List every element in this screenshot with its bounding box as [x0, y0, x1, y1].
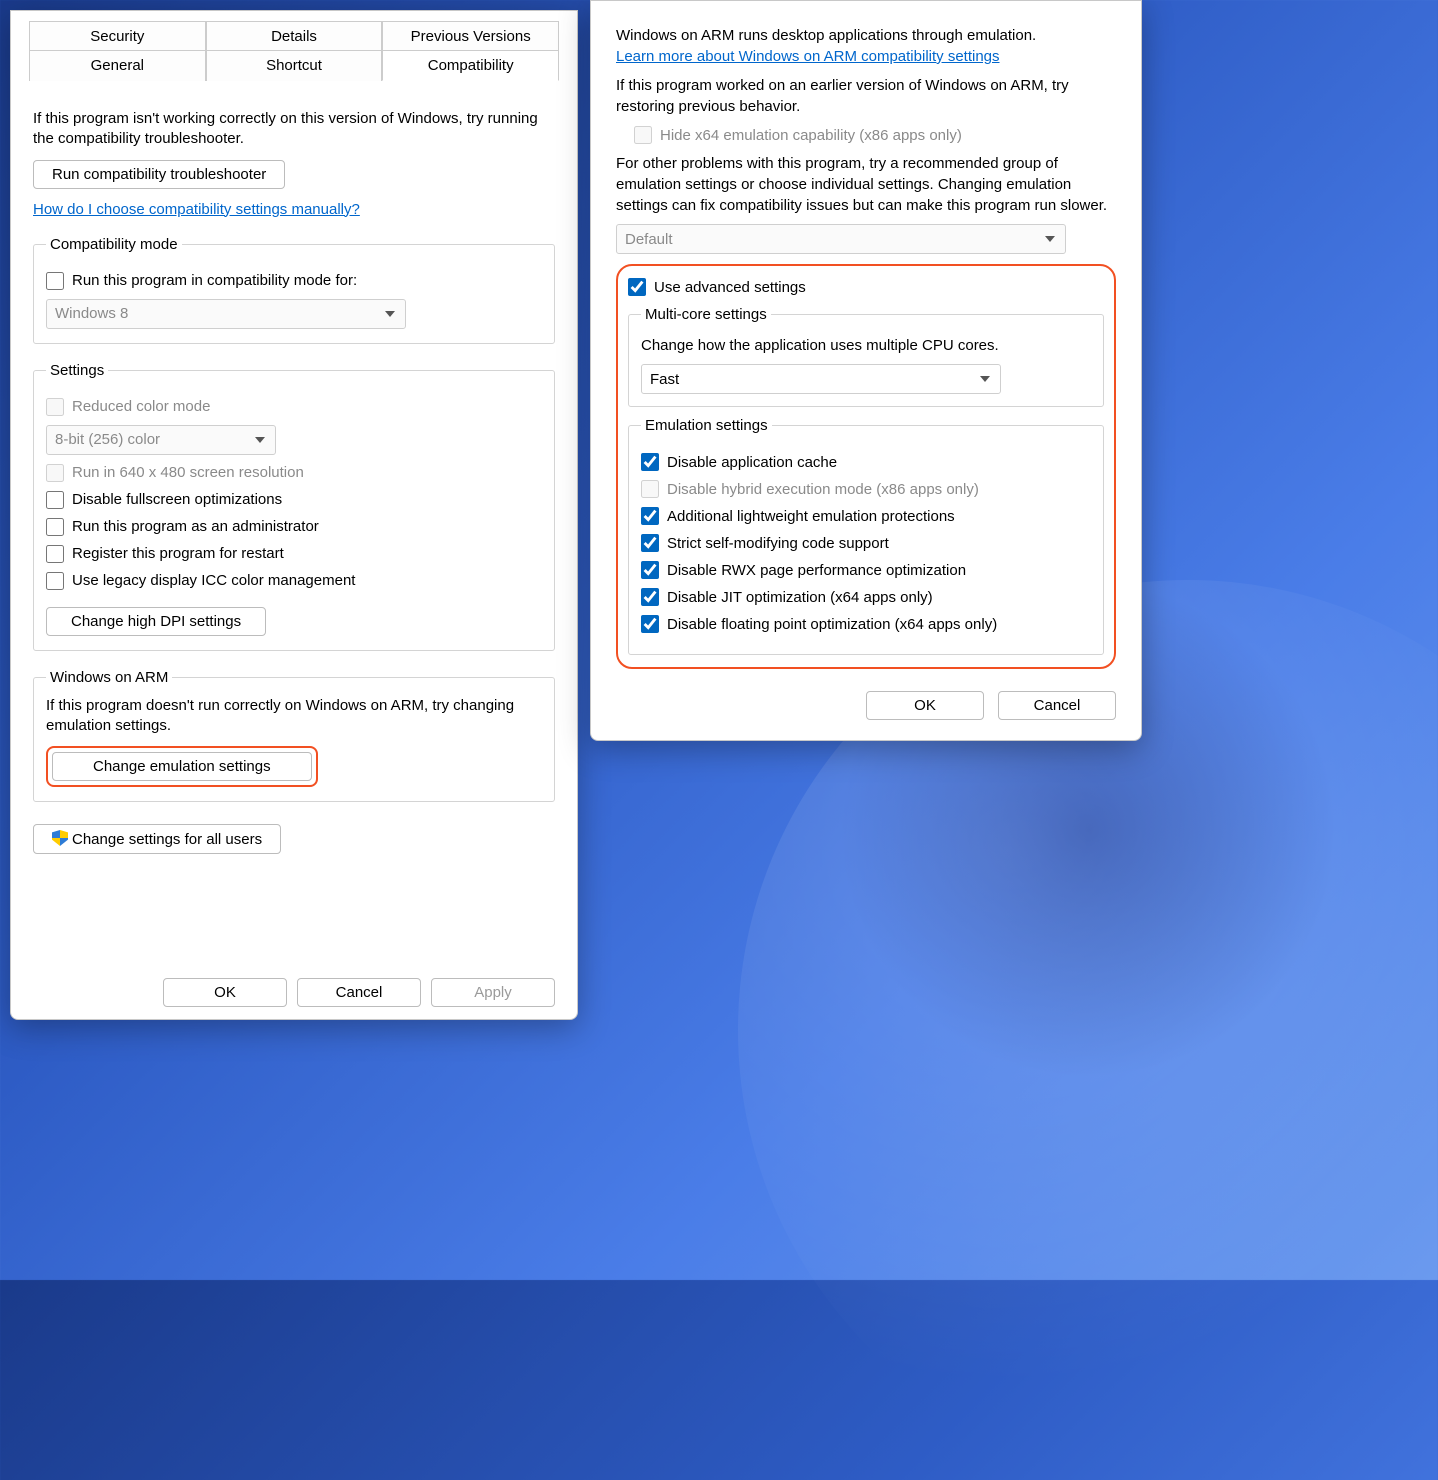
- emulation-settings-group: Emulation settings Disable application c…: [628, 417, 1104, 655]
- windows-on-arm-group: Windows on ARM If this program doesn't r…: [33, 669, 555, 803]
- strict-smc-label: Strict self-modifying code support: [667, 535, 889, 552]
- hide-x64-checkbox: [634, 126, 652, 144]
- disable-fullscreen-label: Disable fullscreen optimizations: [72, 491, 282, 508]
- arm-text: If this program doesn't run correctly on…: [46, 696, 542, 737]
- highlight-annotation: Change emulation settings: [46, 746, 318, 787]
- restore-behavior-text: If this program worked on an earlier ver…: [616, 75, 1116, 117]
- help-link[interactable]: How do I choose compatibility settings m…: [33, 201, 360, 218]
- run-as-admin-checkbox[interactable]: [46, 518, 64, 536]
- run-640-checkbox: [46, 464, 64, 482]
- run-as-admin-label: Run this program as an administrator: [72, 518, 319, 535]
- tab-previous-versions[interactable]: Previous Versions: [382, 21, 559, 51]
- change-emulation-settings-button[interactable]: Change emulation settings: [52, 752, 312, 781]
- use-advanced-label: Use advanced settings: [654, 279, 806, 296]
- tab-compatibility[interactable]: Compatibility: [382, 50, 559, 81]
- disable-rwx-checkbox[interactable]: [641, 561, 659, 579]
- emulation-ok-button[interactable]: OK: [866, 691, 984, 720]
- disable-fp-label: Disable floating point optimization (x64…: [667, 616, 997, 633]
- color-depth-combo: 8-bit (256) color: [46, 425, 276, 455]
- tab-general[interactable]: General: [29, 50, 206, 81]
- emulation-dialog-footer: OK Cancel: [616, 691, 1116, 720]
- disable-hybrid-checkbox: [641, 480, 659, 498]
- color-depth-value: 8-bit (256) color: [55, 431, 160, 448]
- register-restart-checkbox[interactable]: [46, 545, 64, 563]
- multicore-desc: Change how the application uses multiple…: [641, 337, 1091, 354]
- tab-shortcut[interactable]: Shortcut: [206, 50, 383, 81]
- tab-security[interactable]: Security: [29, 21, 206, 51]
- register-restart-label: Register this program for restart: [72, 545, 284, 562]
- multicore-legend: Multi-core settings: [641, 306, 771, 323]
- ok-button[interactable]: OK: [163, 978, 287, 1007]
- emulation-legend: Emulation settings: [641, 417, 772, 434]
- compatibility-mode-group: Compatibility mode Run this program in c…: [33, 236, 555, 344]
- strict-smc-checkbox[interactable]: [641, 534, 659, 552]
- advanced-highlight-annotation: Use advanced settings Multi-core setting…: [616, 264, 1116, 669]
- apply-button[interactable]: Apply: [431, 978, 555, 1007]
- hide-x64-label: Hide x64 emulation capability (x86 apps …: [660, 127, 962, 144]
- settings-legend: Settings: [46, 362, 108, 379]
- legacy-icc-label: Use legacy display ICC color management: [72, 572, 355, 589]
- emulation-settings-dialog: Windows on ARM runs desktop applications…: [590, 0, 1142, 741]
- all-users-label: Change settings for all users: [72, 831, 262, 848]
- disable-hybrid-label: Disable hybrid execution mode (x86 apps …: [667, 481, 979, 498]
- preset-combo[interactable]: Default: [616, 224, 1066, 254]
- compat-mode-checkbox[interactable]: [46, 272, 64, 290]
- multicore-combo[interactable]: Fast: [641, 364, 1001, 394]
- properties-dialog: Security Details Previous Versions Gener…: [10, 10, 578, 1020]
- multicore-group: Multi-core settings Change how the appli…: [628, 306, 1104, 407]
- settings-group: Settings Reduced color mode 8-bit (256) …: [33, 362, 555, 651]
- use-advanced-checkbox[interactable]: [628, 278, 646, 296]
- additional-protections-checkbox[interactable]: [641, 507, 659, 525]
- arm-intro-text: Windows on ARM runs desktop applications…: [616, 25, 1116, 67]
- disable-fp-checkbox[interactable]: [641, 615, 659, 633]
- compat-os-combo[interactable]: Windows 8: [46, 299, 406, 329]
- disable-rwx-label: Disable RWX page performance optimizatio…: [667, 562, 966, 579]
- cancel-button[interactable]: Cancel: [297, 978, 421, 1007]
- disable-fullscreen-checkbox[interactable]: [46, 491, 64, 509]
- change-settings-all-users-button[interactable]: Change settings for all users: [33, 824, 281, 854]
- legacy-icc-checkbox[interactable]: [46, 572, 64, 590]
- run-troubleshooter-button[interactable]: Run compatibility troubleshooter: [33, 160, 285, 189]
- compat-os-combo-value: Windows 8: [55, 305, 128, 322]
- shield-icon: [52, 830, 68, 846]
- disable-app-cache-label: Disable application cache: [667, 454, 837, 471]
- reduced-color-checkbox: [46, 398, 64, 416]
- other-problems-text: For other problems with this program, tr…: [616, 153, 1116, 216]
- disable-jit-label: Disable JIT optimization (x64 apps only): [667, 589, 933, 606]
- compatibility-mode-legend: Compatibility mode: [46, 236, 182, 253]
- learn-more-link[interactable]: Learn more about Windows on ARM compatib…: [616, 46, 1000, 67]
- disable-jit-checkbox[interactable]: [641, 588, 659, 606]
- run-640-label: Run in 640 x 480 screen resolution: [72, 464, 304, 481]
- reduced-color-label: Reduced color mode: [72, 398, 210, 415]
- tab-details[interactable]: Details: [206, 21, 383, 51]
- additional-protections-label: Additional lightweight emulation protect…: [667, 508, 955, 525]
- tab-strip: Security Details Previous Versions Gener…: [29, 11, 559, 81]
- arm-legend: Windows on ARM: [46, 669, 172, 686]
- emulation-cancel-button[interactable]: Cancel: [998, 691, 1116, 720]
- multicore-combo-value: Fast: [650, 371, 679, 388]
- change-high-dpi-button[interactable]: Change high DPI settings: [46, 607, 266, 636]
- compatibility-tab-content: If this program isn't working correctly …: [11, 81, 577, 860]
- compat-mode-label: Run this program in compatibility mode f…: [72, 272, 357, 289]
- dialog-footer: OK Cancel Apply: [163, 978, 555, 1007]
- disable-app-cache-checkbox[interactable]: [641, 453, 659, 471]
- intro-text: If this program isn't working correctly …: [33, 109, 555, 150]
- preset-combo-value: Default: [625, 231, 673, 248]
